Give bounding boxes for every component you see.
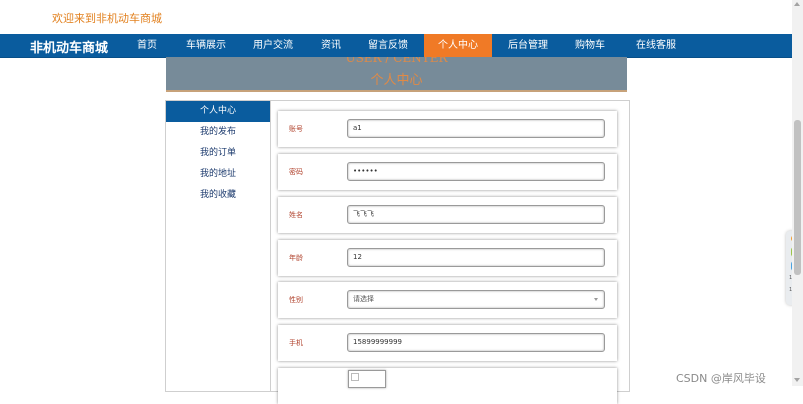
account-label: 账号: [289, 125, 303, 133]
scroll-down-arrow-icon[interactable]: [794, 378, 800, 382]
avatar-image[interactable]: [348, 370, 386, 388]
broken-image-icon: [351, 373, 359, 381]
menu-item-my-favorites[interactable]: 我的收藏: [166, 185, 270, 206]
page-banner: USER / CENTER 个人中心: [166, 57, 627, 92]
nav-forum[interactable]: 用户交流: [243, 34, 303, 57]
scroll-up-arrow-icon[interactable]: [794, 2, 800, 6]
nav-cart[interactable]: 购物车: [565, 34, 615, 57]
name-label: 姓名: [289, 211, 303, 219]
chevron-down-icon: [594, 298, 598, 301]
menu-item-user-center[interactable]: 个人中心: [166, 101, 270, 122]
account-field[interactable]: a1: [347, 119, 605, 138]
user-center-panel: 个人中心 我的发布 我的订单 我的地址 我的收藏 账号 a1 密码 ••••••…: [165, 100, 630, 404]
form-row-phone: 手机 15899999999: [278, 325, 617, 361]
nav-online-service[interactable]: 在线客服: [624, 34, 688, 57]
welcome-text: 欢迎来到非机动车商城: [52, 12, 162, 25]
age-field[interactable]: 12: [347, 248, 605, 267]
password-label: 密码: [289, 168, 303, 176]
menu-item-my-posts[interactable]: 我的发布: [166, 122, 270, 143]
menu-item-my-address[interactable]: 我的地址: [166, 164, 270, 185]
csdn-watermark: CSDN @岸风毕设: [676, 372, 766, 385]
user-center-menu: 个人中心 我的发布 我的订单 我的地址 我的收藏: [166, 101, 271, 391]
form-row-avatar: [278, 368, 617, 404]
form-row-password: 密码 ••••••: [278, 154, 617, 190]
banner-title-en: USER / CENTER: [345, 57, 448, 65]
scroll-thumb[interactable]: [794, 120, 801, 275]
password-field[interactable]: ••••••: [347, 162, 605, 181]
nav-home[interactable]: 首页: [124, 34, 170, 57]
gender-select[interactable]: 请选择: [347, 290, 605, 309]
nav-user-center[interactable]: 个人中心: [424, 34, 492, 57]
phone-field[interactable]: 15899999999: [347, 333, 605, 352]
gender-label: 性别: [289, 296, 303, 304]
phone-label: 手机: [289, 339, 303, 347]
form-row-name: 姓名 飞飞飞: [278, 197, 617, 233]
nav-admin[interactable]: 后台管理: [498, 34, 558, 57]
top-navbar: 非机动车商城 首页 车辆展示 用户交流 资讯 留言反馈 个人中心 后台管理 购物…: [0, 34, 792, 58]
gender-select-value: 请选择: [353, 295, 374, 303]
nav-news[interactable]: 资讯: [310, 34, 352, 57]
age-label: 年龄: [289, 254, 303, 262]
menu-item-my-orders[interactable]: 我的订单: [166, 143, 270, 164]
banner-title-cn: 个人中心: [370, 73, 423, 88]
nav-vehicles[interactable]: 车辆展示: [176, 34, 236, 57]
form-row-gender: 性别 请选择: [278, 282, 617, 318]
form-row-account: 账号 a1: [278, 111, 617, 147]
site-brand[interactable]: 非机动车商城: [30, 37, 108, 56]
nav-feedback[interactable]: 留言反馈: [359, 34, 417, 57]
form-row-age: 年龄 12: [278, 240, 617, 276]
name-field[interactable]: 飞飞飞: [347, 205, 605, 224]
vertical-scrollbar[interactable]: [792, 0, 803, 386]
